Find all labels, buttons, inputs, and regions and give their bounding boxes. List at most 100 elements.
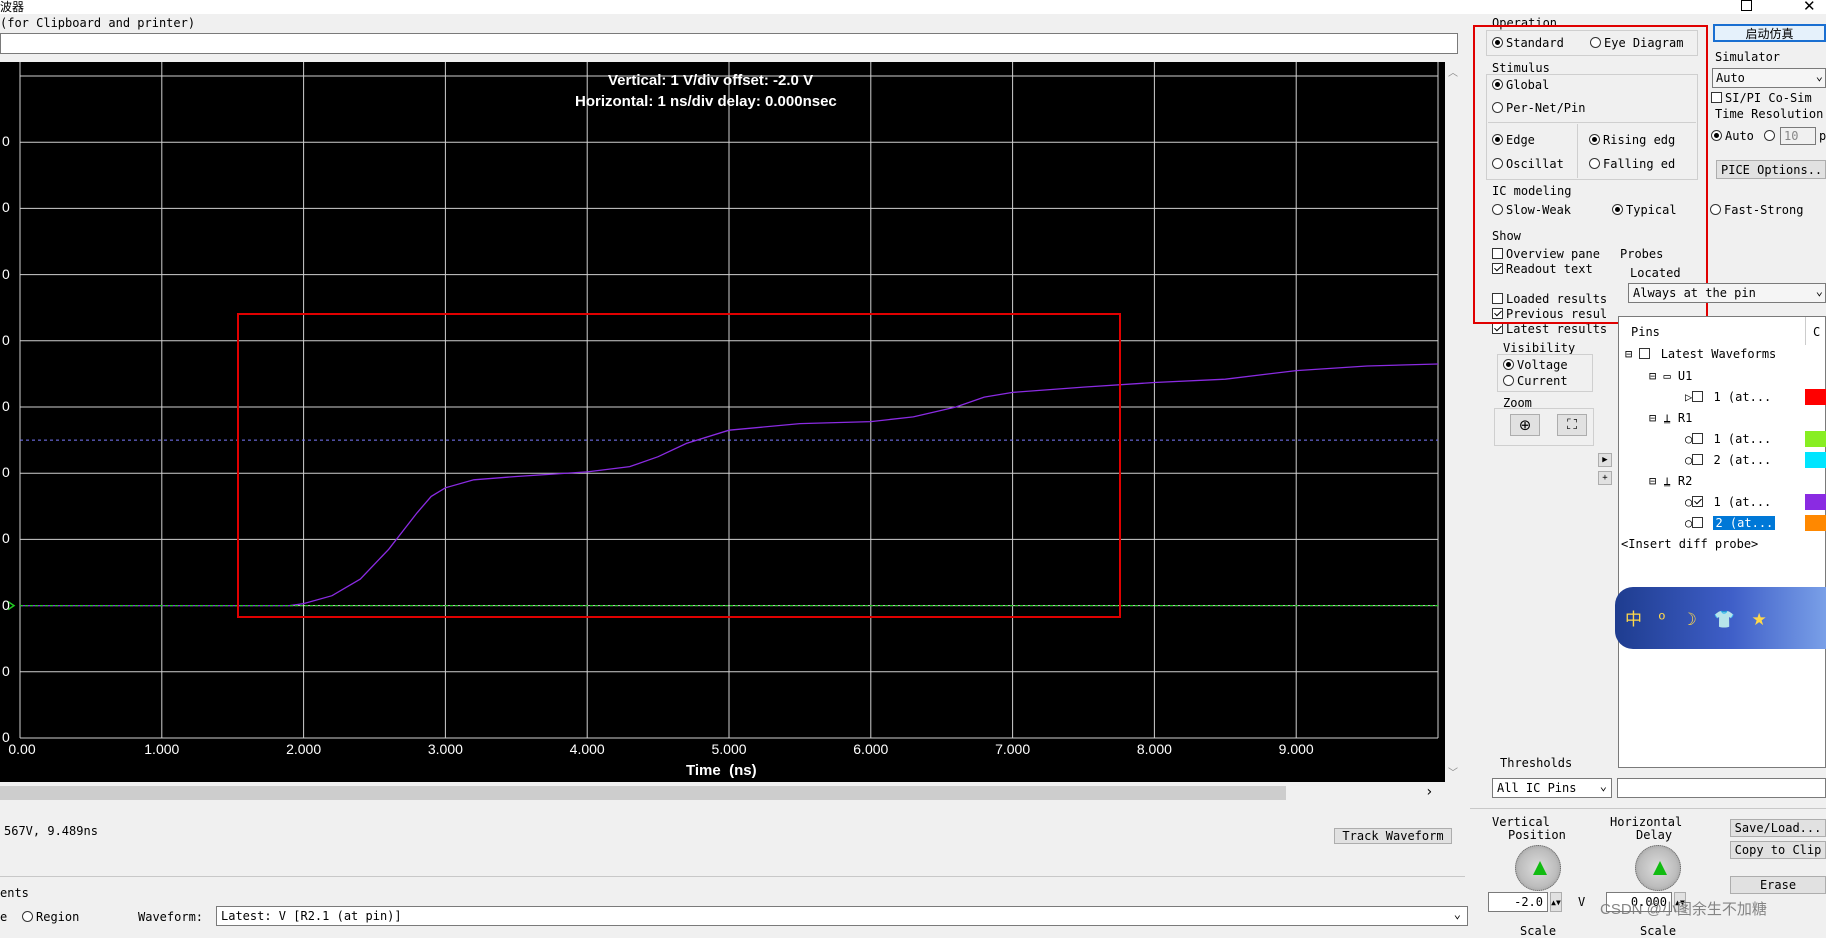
stimulus-vdivider [1577,124,1578,178]
top-text-field[interactable] [0,33,1458,54]
vertical-position-input[interactable]: -2.0 [1488,892,1548,912]
radio-rising-edge[interactable]: Rising edg [1589,133,1675,147]
top-field-label: (for Clipboard and printer) [0,16,196,30]
window-title: 波器 [0,0,25,14]
scale-label-2: Scale [1640,924,1677,938]
tree-u1-label: U1 [1677,369,1693,383]
radio-standard[interactable]: Standard [1492,36,1564,50]
y-tick-label: 0 [2,331,10,348]
scroll-thumb[interactable] [0,786,1286,800]
vertical-position-title-2: Position [1508,828,1566,842]
voltage-label: Voltage [1517,358,1568,372]
check-previous-results[interactable]: Previous resul [1492,307,1607,321]
radio-global[interactable]: Global [1492,78,1549,92]
x-tick-label: 8.000 [1136,741,1172,757]
banner-text: 中 º ☽ 👕 ★ [1625,610,1773,629]
radio-oscillator[interactable]: Oscillat [1492,157,1564,171]
color-swatch-u1-pin1[interactable] [1805,389,1826,405]
zoom-fit-button[interactable]: ⛶ [1557,414,1587,436]
restore-icon[interactable] [1741,0,1752,11]
radio-eye-diagram[interactable]: Eye Diagram [1590,36,1683,50]
tree-add-button[interactable]: + [1598,471,1612,485]
show-title: Show [1492,229,1521,243]
tree-r2[interactable]: ⊟ ⍊ R2 [1649,474,1692,488]
radio-falling-edge[interactable]: Falling ed [1589,157,1675,171]
rising-label: Rising edg [1603,133,1676,147]
chevron-down-icon: ⌄ [1815,284,1823,298]
r2-pin1-label: 1 (at... [1713,495,1772,509]
probe-tree[interactable]: Pins C ⊟ Latest Waveforms ⊟ ▭ U1 ▷ 1 (at… [1615,316,1826,768]
thresholds-select[interactable]: All IC Pins ⌄ [1492,778,1612,798]
scroll-up-icon[interactable]: ︿ [1448,64,1458,79]
x-tick-label: 5.000 [711,741,747,757]
oscilloscope-plot[interactable]: Vertical: 1 V/div offset: -2.0 V Horizon… [0,62,1445,782]
tree-insert-diff[interactable]: <Insert diff probe> [1621,537,1758,551]
vpos-value: -2.0 [1514,895,1543,909]
resolution-value: 10 [1784,129,1799,143]
vpos-spin-button[interactable]: ▲▼ [1550,892,1562,912]
tree-expand-button[interactable]: ▶ [1598,453,1612,467]
tree-r2-pin1[interactable]: ○ 1 (at... [1685,495,1771,509]
copy-to-clipboard-button[interactable]: Copy to Clip [1730,841,1826,859]
radio-typical[interactable]: Typical [1612,203,1677,217]
horizontal-delay-knob[interactable] [1635,845,1681,891]
radio-per-net[interactable]: Per-Net/Pin [1492,101,1585,115]
tree-r1-label: R1 [1677,411,1693,425]
scroll-right-icon[interactable]: › [1425,784,1433,800]
radio-current[interactable]: Current [1503,374,1568,388]
scroll-down-icon[interactable]: ﹀ [1448,764,1458,779]
radio-voltage[interactable]: Voltage [1503,358,1568,372]
radio-auto[interactable]: Auto [1711,129,1754,143]
radio-edge[interactable]: Edge [1492,133,1535,147]
chevron-down-icon: ⌄ [1453,907,1461,921]
color-swatch-r1-pin2[interactable] [1805,452,1826,468]
tree-u1-pin1[interactable]: ▷ 1 (at... [1685,390,1771,404]
tree-r1[interactable]: ⊟ ⍊ R1 [1649,411,1692,425]
simulator-select[interactable]: Auto ⌄ [1712,68,1826,88]
vertical-position-knob[interactable] [1515,845,1561,891]
check-loaded-results[interactable]: Loaded results [1492,292,1607,306]
slow-label: Slow-Weak [1506,203,1572,217]
check-latest-results[interactable]: Latest results [1492,322,1607,336]
tree-root[interactable]: ⊟ Latest Waveforms [1625,347,1776,361]
tree-u1[interactable]: ⊟ ▭ U1 [1649,369,1692,383]
located-select[interactable]: Always at the pin ⌄ [1628,283,1826,303]
radio-manual[interactable] [1764,129,1778,143]
check-readout-text[interactable]: Readout text [1492,262,1593,276]
resolution-input[interactable]: 10 [1780,127,1816,145]
overview-label: Overview pane [1506,247,1600,261]
close-icon[interactable]: ✕ [1803,0,1816,15]
y-tick-label: 0 [2,265,10,282]
track-waveform-button[interactable]: Track Waveform [1334,828,1452,844]
x-tick-label: 1.000 [144,741,180,757]
horizontal-delay-title: Horizontal [1610,815,1683,829]
spice-options-button[interactable]: PICE Options... [1716,160,1826,179]
check-sipi-cosim[interactable]: SI/PI Co-Sim [1711,91,1812,105]
waveform-select[interactable]: Latest: V [R2.1 (at pin)] ⌄ [216,906,1468,926]
vertical-position-title: Vertical [1492,815,1550,829]
color-swatch-r2-pin1[interactable] [1805,494,1826,510]
x-tick-label: 4.000 [569,741,605,757]
oscillator-label: Oscillat [1506,157,1564,171]
region-radio[interactable]: Region [22,910,79,924]
tree-r1-pin2[interactable]: ○ 2 (at... [1685,453,1771,467]
color-swatch-r1-pin1[interactable] [1805,431,1826,447]
tree-r1-pin1[interactable]: ○ 1 (at... [1685,432,1771,446]
vpos-unit: V [1578,895,1586,909]
located-title: Located [1630,266,1681,280]
erase-button[interactable]: Erase [1730,876,1826,894]
thresholds-field[interactable] [1617,778,1826,798]
start-simulation-button[interactable]: 启动仿真 [1713,24,1826,42]
horizontal-scrollbar[interactable]: › [0,782,1445,804]
save-load-button[interactable]: Save/Load... [1730,819,1826,837]
readout-horizontal: Horizontal: 1 ns/div delay: 0.000nsec [575,93,837,110]
radio-fast-strong[interactable]: Fast-Strong [1710,203,1803,217]
check-overview-pane[interactable]: Overview pane [1492,247,1600,261]
zoom-in-button[interactable]: ⊕ [1510,414,1540,436]
waveform-select-value: Latest: V [R2.1 (at pin)] [221,909,402,923]
color-swatch-r2-pin2[interactable] [1805,515,1826,531]
radio-slow-weak[interactable]: Slow-Weak [1492,203,1571,217]
vertical-scrollbar[interactable]: ︿ ﹀ [1445,62,1461,782]
current-label: Current [1517,374,1568,388]
tree-r2-pin2[interactable]: ○ 2 (at... [1685,516,1776,530]
